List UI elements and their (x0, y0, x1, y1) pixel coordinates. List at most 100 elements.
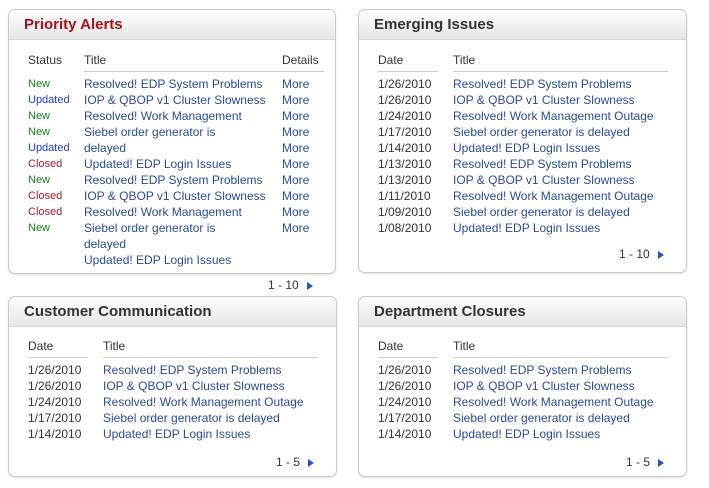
alert-title-link[interactable]: Siebel order generator is (84, 124, 215, 140)
header-divider (453, 71, 668, 72)
more-link[interactable]: More (282, 108, 309, 124)
row-date: 1/26/2010 (28, 379, 82, 393)
status-badge: New (28, 222, 51, 234)
header-divider (378, 357, 438, 358)
emerging-issues-title: Emerging Issues (359, 10, 686, 40)
row-date: 1/26/2010 (28, 363, 82, 377)
status-badge: New (28, 174, 51, 186)
alert-title-link[interactable]: Updated! EDP Login Issues (84, 156, 231, 172)
next-page-arrow-icon[interactable] (658, 458, 665, 467)
row-date: 1/17/2010 (378, 125, 432, 139)
row-title-link[interactable]: Resolved! Work Management Outage (453, 394, 654, 410)
row-title-link[interactable]: Updated! EDP Login Issues (453, 140, 600, 156)
priority-alerts-panel: Priority Alerts Status Title Details New… (8, 9, 336, 274)
alert-title-link[interactable]: IOP & QBOP v1 Cluster Slowness (84, 188, 266, 204)
row-title-link[interactable]: IOP & QBOP v1 Cluster Slowness (453, 172, 635, 188)
row-title-link[interactable]: Updated! EDP Login Issues (453, 426, 600, 442)
row-title-link[interactable]: Resolved! EDP System Problems (453, 156, 632, 172)
alert-title-link[interactable]: Resolved! EDP System Problems (84, 76, 263, 92)
row-title-link[interactable]: Updated! EDP Login Issues (453, 220, 600, 236)
row-date: 1/08/2010 (378, 221, 432, 235)
more-link[interactable]: More (282, 156, 309, 172)
more-link[interactable]: More (282, 124, 309, 140)
row-title-link[interactable]: Updated! EDP Login Issues (103, 426, 250, 442)
row-date: 1/24/2010 (28, 395, 82, 409)
row-date: 1/14/2010 (378, 141, 432, 155)
department-closures-panel: Department Closures Date Title 1/26/2010… (358, 296, 687, 477)
status-badge: New (28, 126, 51, 138)
header-divider (103, 357, 318, 358)
date-column-header: Date (28, 339, 54, 353)
more-link[interactable]: More (282, 140, 309, 156)
status-badge: Closed (28, 190, 63, 202)
title-column-header: Title (453, 53, 476, 67)
status-badge: New (28, 110, 51, 122)
more-link[interactable]: More (282, 188, 309, 204)
alert-title-link[interactable]: Updated! EDP Login Issues (84, 252, 231, 268)
row-title-link[interactable]: Siebel order generator is delayed (453, 204, 630, 220)
header-divider (453, 357, 668, 358)
row-date: 1/17/2010 (378, 411, 432, 425)
row-date: 1/26/2010 (378, 363, 432, 377)
row-date: 1/26/2010 (378, 93, 432, 107)
pager-range: 1 - 5 (276, 455, 301, 469)
status-badge: Updated (28, 94, 70, 106)
row-title-link[interactable]: Resolved! EDP System Problems (453, 76, 632, 92)
row-date: 1/24/2010 (378, 395, 432, 409)
row-title-link[interactable]: Siebel order generator is delayed (103, 410, 280, 426)
row-date: 1/26/2010 (378, 77, 432, 91)
alert-title-link[interactable]: Siebel order generator is (84, 220, 215, 236)
row-date: 1/13/2010 (378, 157, 432, 171)
pager-range: 1 - 10 (619, 247, 650, 261)
row-date: 1/13/2010 (378, 173, 432, 187)
status-badge: New (28, 78, 51, 90)
row-title-link[interactable]: IOP & QBOP v1 Cluster Slowness (103, 378, 285, 394)
row-title-link[interactable]: IOP & QBOP v1 Cluster Slowness (453, 378, 635, 394)
row-title-link[interactable]: Resolved! EDP System Problems (103, 362, 282, 378)
header-divider (28, 357, 88, 358)
row-date: 1/09/2010 (378, 205, 432, 219)
department-closures-pager: 1 - 5 (626, 455, 665, 469)
title-column-header: Title (103, 339, 126, 353)
row-date: 1/14/2010 (378, 427, 432, 441)
row-title-link[interactable]: Resolved! Work Management Outage (453, 188, 654, 204)
row-title-link[interactable]: Resolved! EDP System Problems (453, 362, 632, 378)
row-date: 1/17/2010 (28, 411, 82, 425)
emerging-issues-panel: Emerging Issues Date Title 1/26/2010 Reso… (358, 9, 687, 273)
more-link[interactable]: More (282, 92, 309, 108)
header-divider (84, 71, 324, 72)
alert-title-link[interactable]: IOP & QBOP v1 Cluster Slowness (84, 92, 266, 108)
row-title-link[interactable]: IOP & QBOP v1 Cluster Slowness (453, 92, 635, 108)
priority-alerts-title: Priority Alerts (9, 10, 335, 40)
customer-communication-pager: 1 - 5 (276, 455, 315, 469)
row-title-link[interactable]: Siebel order generator is delayed (453, 410, 630, 426)
more-link[interactable]: More (282, 172, 309, 188)
row-date: 1/11/2010 (378, 189, 431, 203)
more-link[interactable]: More (282, 204, 309, 220)
alert-title-link[interactable]: delayed (84, 140, 126, 156)
next-page-arrow-icon[interactable] (657, 250, 664, 259)
next-page-arrow-icon[interactable] (308, 458, 315, 467)
alert-title-link[interactable]: Resolved! EDP System Problems (84, 172, 263, 188)
header-divider (378, 71, 438, 72)
details-column-header: Details (282, 53, 319, 67)
row-title-link[interactable]: Siebel order generator is delayed (453, 124, 630, 140)
more-link[interactable]: More (282, 220, 309, 236)
priority-alerts-pager: 1 - 10 (268, 278, 313, 292)
emerging-issues-pager: 1 - 10 (619, 247, 664, 261)
alert-title-link[interactable]: Resolved! Work Management (84, 204, 242, 220)
row-date: 1/24/2010 (378, 109, 432, 123)
alert-title-link[interactable]: Resolved! Work Management (84, 108, 242, 124)
department-closures-title: Department Closures (359, 297, 686, 327)
title-column-header: Title (84, 53, 107, 67)
next-page-arrow-icon[interactable] (306, 281, 313, 290)
pager-range: 1 - 10 (268, 278, 299, 292)
more-link[interactable]: More (282, 76, 309, 92)
customer-communication-panel: Customer Communication Date Title 1/26/2… (8, 296, 337, 477)
row-title-link[interactable]: Resolved! Work Management Outage (103, 394, 304, 410)
status-badge: Closed (28, 206, 63, 218)
alert-title-link[interactable]: delayed (84, 236, 126, 252)
title-column-header: Title (453, 339, 476, 353)
row-title-link[interactable]: Resolved! Work Management Outage (453, 108, 654, 124)
customer-communication-title: Customer Communication (9, 297, 336, 327)
